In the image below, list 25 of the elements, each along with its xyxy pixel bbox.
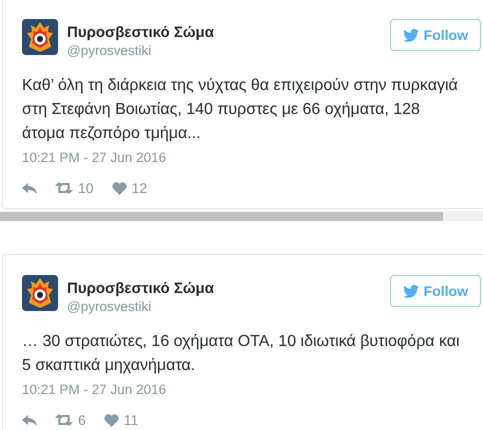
account-handle: @pyrosvestiki: [67, 42, 152, 60]
reply-icon[interactable]: [22, 182, 37, 194]
retweet-icon[interactable]: [55, 182, 73, 194]
follow-button[interactable]: Follow: [390, 19, 481, 51]
tweet-text: … 30 στρατιώτες, 16 οχήματα ΟΤΑ, 10 ιδιωτικά βυτιοφόρα και 5 σκαπτικά μηχανήματα.: [22, 332, 461, 376]
avatar-icon: [22, 275, 58, 311]
like-count: 12: [132, 180, 148, 196]
retweet-icon[interactable]: [55, 414, 73, 426]
reply-icon[interactable]: [22, 414, 37, 426]
horizontal-scrollbar[interactable]: [0, 211, 483, 221]
tweet-text: Καθ’ όλη τη διάρκεια της νύχτας θα επιχειρούν στην πυρκαγιά στη Στεφάνη Βοιωτίας, 140 πυρστες με 66 οχήματα, 128 άτομα πεζοπόρο τμήμα...: [22, 76, 459, 144]
heart-icon[interactable]: [112, 182, 127, 194]
heart-icon[interactable]: [104, 414, 119, 426]
avatar-icon: [22, 19, 58, 55]
like-count: 11: [124, 412, 138, 428]
retweet-count: 10: [78, 180, 94, 196]
tweet-timestamp: 10:21 PM - 27 Jun 2016: [22, 149, 168, 167]
account-name: Πυροσβεστικό Σώμα: [67, 23, 215, 42]
account-name: Πυροσβεστικό Σώμα: [67, 279, 215, 298]
tweet-timestamp: 10:21 PM - 27 Jun 2016: [22, 381, 168, 399]
follow-button[interactable]: Follow: [390, 275, 481, 307]
retweet-count: 6: [78, 412, 86, 428]
bird-icon: [402, 284, 419, 298]
account-handle: @pyrosvestiki: [67, 298, 152, 316]
bird-icon: [402, 28, 419, 42]
